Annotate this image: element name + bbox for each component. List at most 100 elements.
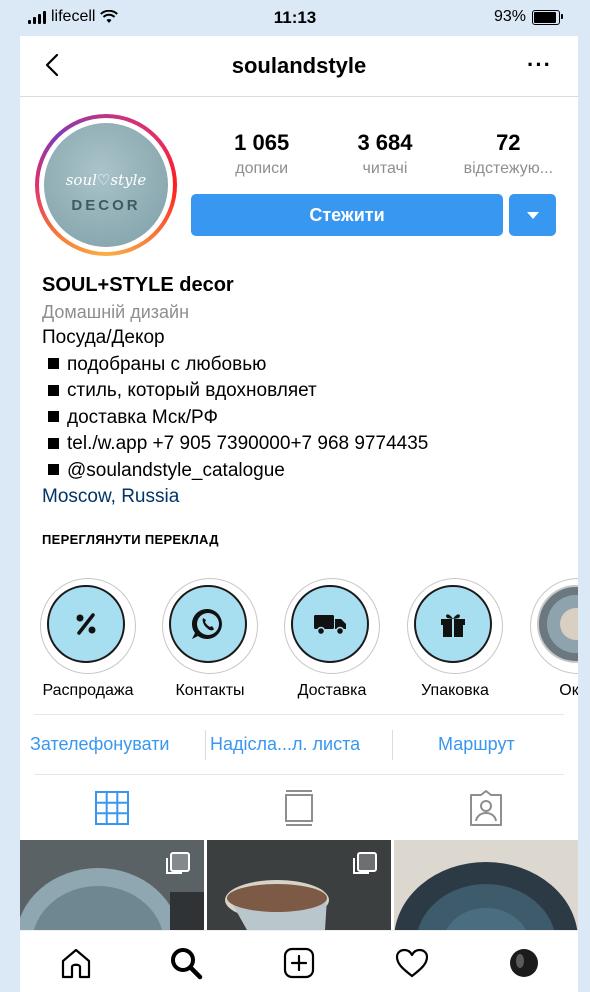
highlight-ring	[530, 578, 578, 674]
tab-grid[interactable]	[92, 788, 132, 828]
avatar[interactable]: soul♡style DECOR	[35, 114, 177, 256]
highlight-label: Океа	[559, 682, 578, 699]
percent-icon	[76, 613, 96, 635]
profile-avatar-icon	[510, 949, 538, 977]
battery-icon	[532, 9, 563, 25]
separator	[392, 730, 393, 760]
truck-icon	[314, 615, 346, 636]
highlight-label: Контакты	[175, 682, 245, 699]
square-bullet-icon	[48, 411, 59, 423]
bio-bullet-text: стиль, который вдохновляет	[67, 380, 317, 401]
multiple-photos-icon	[166, 852, 190, 874]
search-icon	[171, 948, 203, 980]
nav-new-post[interactable]	[279, 943, 319, 983]
nav-profile[interactable]	[504, 943, 544, 983]
square-bullet-icon	[48, 464, 59, 476]
stat-label: дописи	[235, 160, 289, 177]
highlight-item[interactable]: Упаковка	[395, 578, 515, 700]
stat-value: 1 065	[234, 130, 290, 155]
multiple-photos-icon	[353, 852, 377, 874]
suggested-dropdown-button[interactable]	[509, 194, 556, 236]
email-button[interactable]: Надісла...л. листа	[210, 734, 360, 755]
nav-home[interactable]	[56, 943, 96, 983]
profile-display-name: SOUL+STYLE decor	[42, 274, 234, 296]
logo-script-text: soul♡style	[65, 171, 147, 189]
divider	[34, 714, 564, 715]
stat-posts[interactable]: 1 065 дописи	[202, 130, 322, 178]
bio-line: Посуда/Декор	[42, 327, 165, 348]
highlight-ring	[162, 578, 258, 674]
add-post-icon	[283, 947, 315, 979]
post-image	[394, 840, 578, 930]
gift-icon	[441, 614, 465, 637]
stat-followers[interactable]: 3 684 читачі	[325, 130, 445, 178]
post-thumbnail[interactable]	[207, 840, 391, 930]
highlight-cover	[169, 585, 247, 663]
profile-header: soulandstyle ···	[20, 36, 578, 97]
bio-bullet-line: доставка Мск/РФ	[42, 405, 562, 432]
tab-tagged[interactable]	[466, 788, 506, 828]
square-bullet-icon	[48, 384, 59, 396]
post-thumbnail[interactable]	[20, 840, 204, 930]
chevron-down-icon	[526, 211, 539, 219]
highlight-cover	[291, 585, 369, 663]
heart-icon	[395, 948, 429, 978]
profile-stats: 1 065 дописи 3 684 читачі 72 відстежую..…	[200, 130, 570, 178]
bio-bullet-line: стиль, который вдохновляет	[42, 378, 562, 405]
logo-decor-text: DECOR	[71, 197, 141, 214]
highlight-item[interactable]: Контакты	[150, 578, 270, 700]
avatar-border: soul♡style DECOR	[39, 118, 173, 252]
avatar-logo: soul♡style DECOR	[44, 123, 168, 247]
follow-button[interactable]: Стежити	[191, 194, 503, 236]
bio-bullet-line: подобраны с любовью	[42, 352, 562, 379]
story-highlights: Распродажа Контакты Доставка Упаковка Ок…	[20, 578, 578, 708]
highlight-label: Доставка	[297, 682, 367, 699]
profile-username: soulandstyle	[231, 53, 367, 78]
bio-bullet-text: tel./w.app +7 905 7390000+7 968 9774435	[67, 433, 429, 454]
feed-icon	[285, 790, 313, 826]
highlight-item[interactable]: Океа	[518, 578, 578, 700]
location-link[interactable]: Moscow, Russia	[42, 484, 562, 511]
square-bullet-icon	[48, 358, 59, 370]
profile-bio: SOUL+STYLE decor Домашній дизайн Посуда/…	[42, 272, 562, 511]
post-thumbnail[interactable]	[394, 840, 578, 930]
highlight-item[interactable]: Распродажа	[28, 578, 148, 700]
directions-button[interactable]: Маршрут	[438, 734, 515, 755]
highlight-label: Упаковка	[421, 682, 489, 699]
bio-bullet-text: подобраны с любовью	[67, 353, 267, 375]
grid-icon	[95, 791, 129, 825]
highlight-cover	[414, 585, 492, 663]
call-button[interactable]: Зателефонувати	[30, 734, 170, 755]
see-translation-link[interactable]: ПЕРЕГЛЯНУТИ ПЕРЕКЛАД	[42, 532, 219, 547]
contact-bar: Зателефонувати Надісла...л. листа Маршру…	[20, 716, 578, 774]
bottom-nav	[20, 930, 578, 992]
profile-category: Домашній дизайн	[42, 301, 190, 322]
photo-thumbnail	[537, 585, 578, 663]
highlight-label: Распродажа	[42, 682, 134, 699]
highlight-ring	[40, 578, 136, 674]
tagged-user-icon	[470, 790, 502, 826]
stat-following[interactable]: 72 відстежую...	[448, 130, 568, 178]
nav-activity[interactable]	[392, 943, 432, 983]
bio-bullet-text: доставка Мск/РФ	[67, 406, 218, 428]
divider	[34, 774, 564, 775]
profile-tabs	[20, 776, 578, 838]
phone-screen: lifecell 11:13 93% soulandstyle ··· soul…	[20, 0, 578, 992]
highlight-item[interactable]: Доставка	[272, 578, 392, 700]
tab-feed[interactable]	[279, 788, 319, 828]
highlight-ring	[284, 578, 380, 674]
status-bar: lifecell 11:13 93%	[20, 0, 578, 36]
stat-label: відстежую...	[463, 160, 554, 177]
whatsapp-icon	[191, 608, 222, 639]
stat-value: 72	[496, 130, 521, 155]
bio-mention-link[interactable]: @soulandstyle_catalogue	[67, 460, 285, 481]
battery-percent: 93%	[493, 8, 526, 25]
highlight-ring	[407, 578, 503, 674]
more-options-icon[interactable]: ···	[527, 52, 552, 78]
nav-search[interactable]	[166, 943, 206, 983]
square-bullet-icon	[48, 437, 59, 449]
stat-label: читачі	[362, 160, 408, 177]
bio-bullet-line: tel./w.app +7 905 7390000+7 968 9774435	[42, 431, 562, 458]
separator	[205, 730, 206, 760]
highlight-cover	[47, 585, 125, 663]
